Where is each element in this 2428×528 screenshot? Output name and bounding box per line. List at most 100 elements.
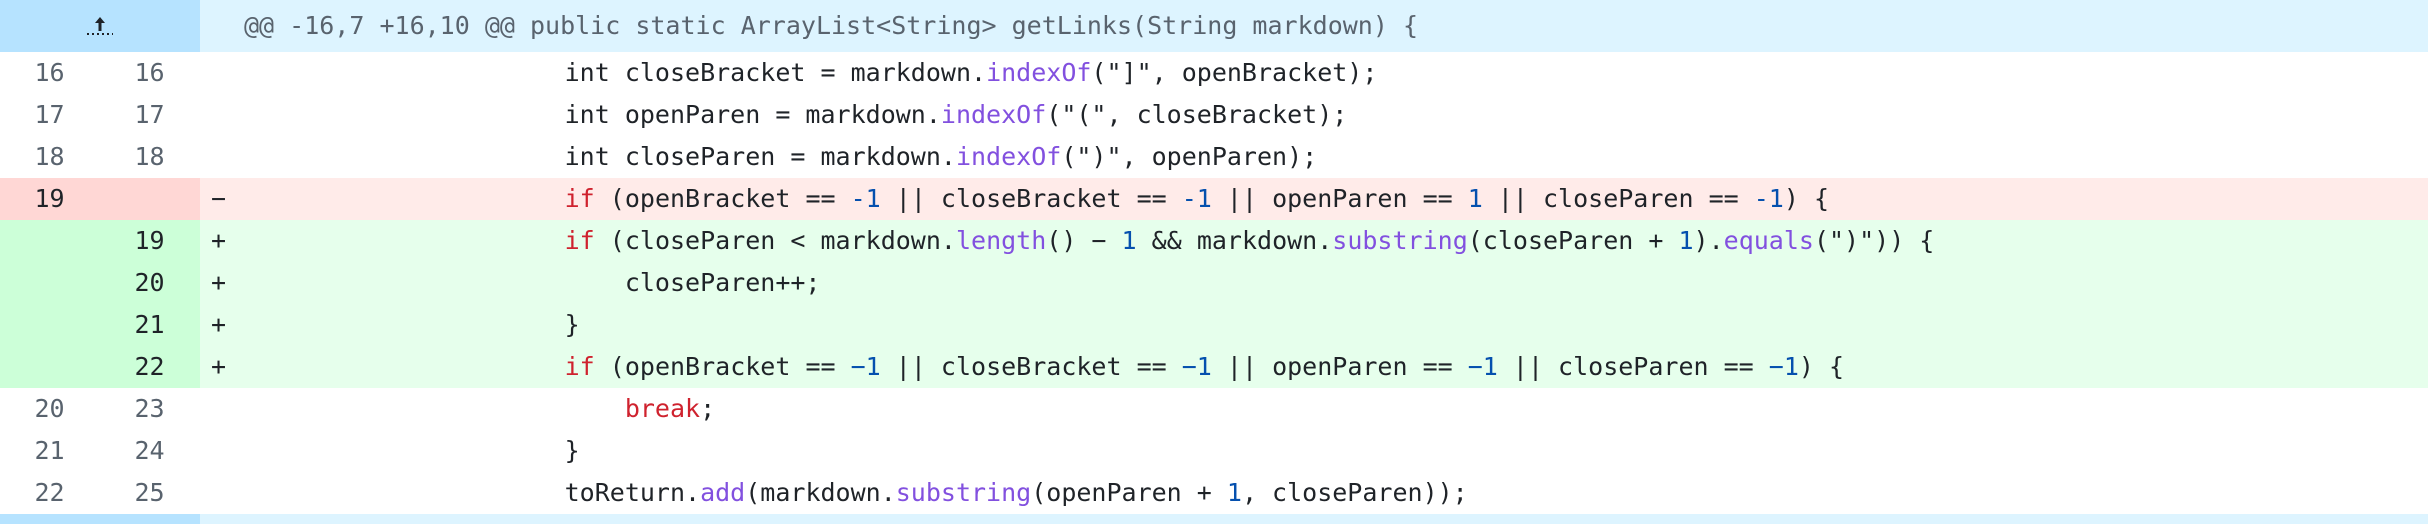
code-token: equals [1723,226,1814,255]
code-token: int openParen = markdown. [384,100,941,129]
new-line-number[interactable]: 18 [99,136,200,178]
new-line-number[interactable]: 17 [99,94,200,136]
code-token: ("(", closeBracket); [1046,100,1348,129]
diff-sign: + [200,304,236,346]
hunk-header: @@ -16,7 +16,10 @@ public static ArrayLi… [0,0,2428,52]
diff-line-add[interactable]: 21 + } [0,304,2428,346]
code-token: || closeBracket == [880,352,1182,381]
code-token: toReturn. [384,478,701,507]
bottom-expander-strip[interactable] [0,514,2428,524]
hunk-header-text: @@ -16,7 +16,10 @@ public static ArrayLi… [244,11,1418,40]
code-token: −1 [1181,352,1212,381]
code-content: break; [236,388,2428,430]
diff-sign: + [200,262,236,304]
new-line-number[interactable]: 22 [99,346,200,388]
code-token: && markdown. [1136,226,1333,255]
code-token: indexOf [986,58,1092,87]
diff-line-add[interactable]: 20 + closeParen++; [0,262,2428,304]
diff-sign: + [200,346,236,388]
code-token: closeParen++; [384,268,821,297]
code-token: add [700,478,746,507]
code-content: if (openBracket == −1 || closeBracket ==… [236,346,2428,388]
new-line-number[interactable]: 24 [99,430,200,472]
diff-sign: + [200,220,236,262]
code-token: (openParen + [1031,478,1227,507]
code-token: indexOf [940,100,1047,129]
new-line-number[interactable]: 19 [99,220,200,262]
new-line-number[interactable]: 21 [99,304,200,346]
code-token: -1 [1753,184,1784,213]
code-token: −1 [1768,352,1799,381]
old-line-number[interactable]: 20 [0,388,99,430]
code-token: ) { [1798,352,1845,381]
old-line-number[interactable] [0,346,99,388]
diff-sign: − [200,178,236,220]
diff-line-context[interactable]: 16 16 int closeBracket = markdown.indexOf… [0,52,2428,94]
code-token: ) { [1783,184,1829,213]
code-content: toReturn.add(markdown.substring(openPare… [236,472,2428,514]
diff-line-context[interactable]: 18 18 int closeParen = markdown.indexOf("… [0,136,2428,178]
code-token: || openParen == [1211,184,1468,213]
diff-sign [200,388,236,430]
diff-line-context[interactable]: 21 24 } [0,430,2428,472]
code-token: if [564,184,595,213]
old-line-number[interactable]: 17 [0,94,99,136]
code-token: (openBracket == [594,184,851,213]
new-line-number[interactable]: 25 [99,472,200,514]
code-token: −1 [1467,352,1498,381]
code-token: || closeParen == [1497,352,1769,381]
code-content: int closeParen = markdown.indexOf(")", o… [236,136,2428,178]
diff-view: @@ -16,7 +16,10 @@ public static ArrayLi… [0,0,2428,524]
code-token: || closeBracket == [880,184,1182,213]
code-token: (")")) { [1813,226,1935,255]
old-line-number[interactable]: 16 [0,52,99,94]
code-token: || closeParen == [1482,184,1754,213]
code-token: indexOf [955,142,1062,171]
code-token: ). [1693,226,1724,255]
code-content: closeParen++; [236,262,2428,304]
diff-line-context[interactable]: 20 23 break; [0,388,2428,430]
new-line-number[interactable] [99,178,200,220]
code-content: if (openBracket == -1 || closeBracket ==… [236,178,2428,220]
code-token: ("]", openBracket); [1091,58,1378,87]
code-token: (closeParen < markdown. [594,226,956,255]
diff-line-add[interactable]: 22 + if (openBracket == −1 || closeBracke… [0,346,2428,388]
old-line-number[interactable] [0,220,99,262]
diff-line-del[interactable]: 19 − if (openBracket == -1 || closeBracke… [0,178,2428,220]
new-line-number[interactable]: 20 [99,262,200,304]
old-line-number[interactable] [0,262,99,304]
old-line-number[interactable] [0,304,99,346]
new-line-number[interactable]: 16 [99,52,200,94]
diff-sign [200,472,236,514]
diff-line-context[interactable]: 22 25 toReturn.add(markdown.substring(ope… [0,472,2428,514]
old-line-number[interactable]: 19 [0,178,99,220]
old-line-number[interactable]: 21 [0,430,99,472]
code-token: -1 [850,184,881,213]
code-token: int closeBracket = markdown. [384,58,987,87]
code-token: (markdown. [745,478,896,507]
code-token: } [384,310,580,339]
expand-up-icon [87,17,113,35]
code-content: } [236,430,2428,472]
code-token: (closeParen + [1467,226,1679,255]
old-line-number[interactable]: 22 [0,472,99,514]
code-token: 1 [1121,226,1137,255]
code-content: int closeBracket = markdown.indexOf("]",… [236,52,2428,94]
code-token: () − [1046,226,1122,255]
code-token: int closeParen = markdown. [384,142,956,171]
diff-sign [200,430,236,472]
new-line-number[interactable]: 23 [99,388,200,430]
diff-sign [200,94,236,136]
diff-line-add[interactable]: 19 + if (closeParen < markdown.length() −… [0,220,2428,262]
code-content: int openParen = markdown.indexOf("(", cl… [236,94,2428,136]
old-line-number[interactable]: 18 [0,136,99,178]
expand-up-button[interactable] [0,0,200,52]
code-token: 1 [1678,226,1694,255]
diff-line-context[interactable]: 17 17 int openParen = markdown.indexOf("(… [0,94,2428,136]
bottom-expander[interactable] [0,514,200,524]
code-token: substring [1332,226,1468,255]
code-token: if [564,226,595,255]
